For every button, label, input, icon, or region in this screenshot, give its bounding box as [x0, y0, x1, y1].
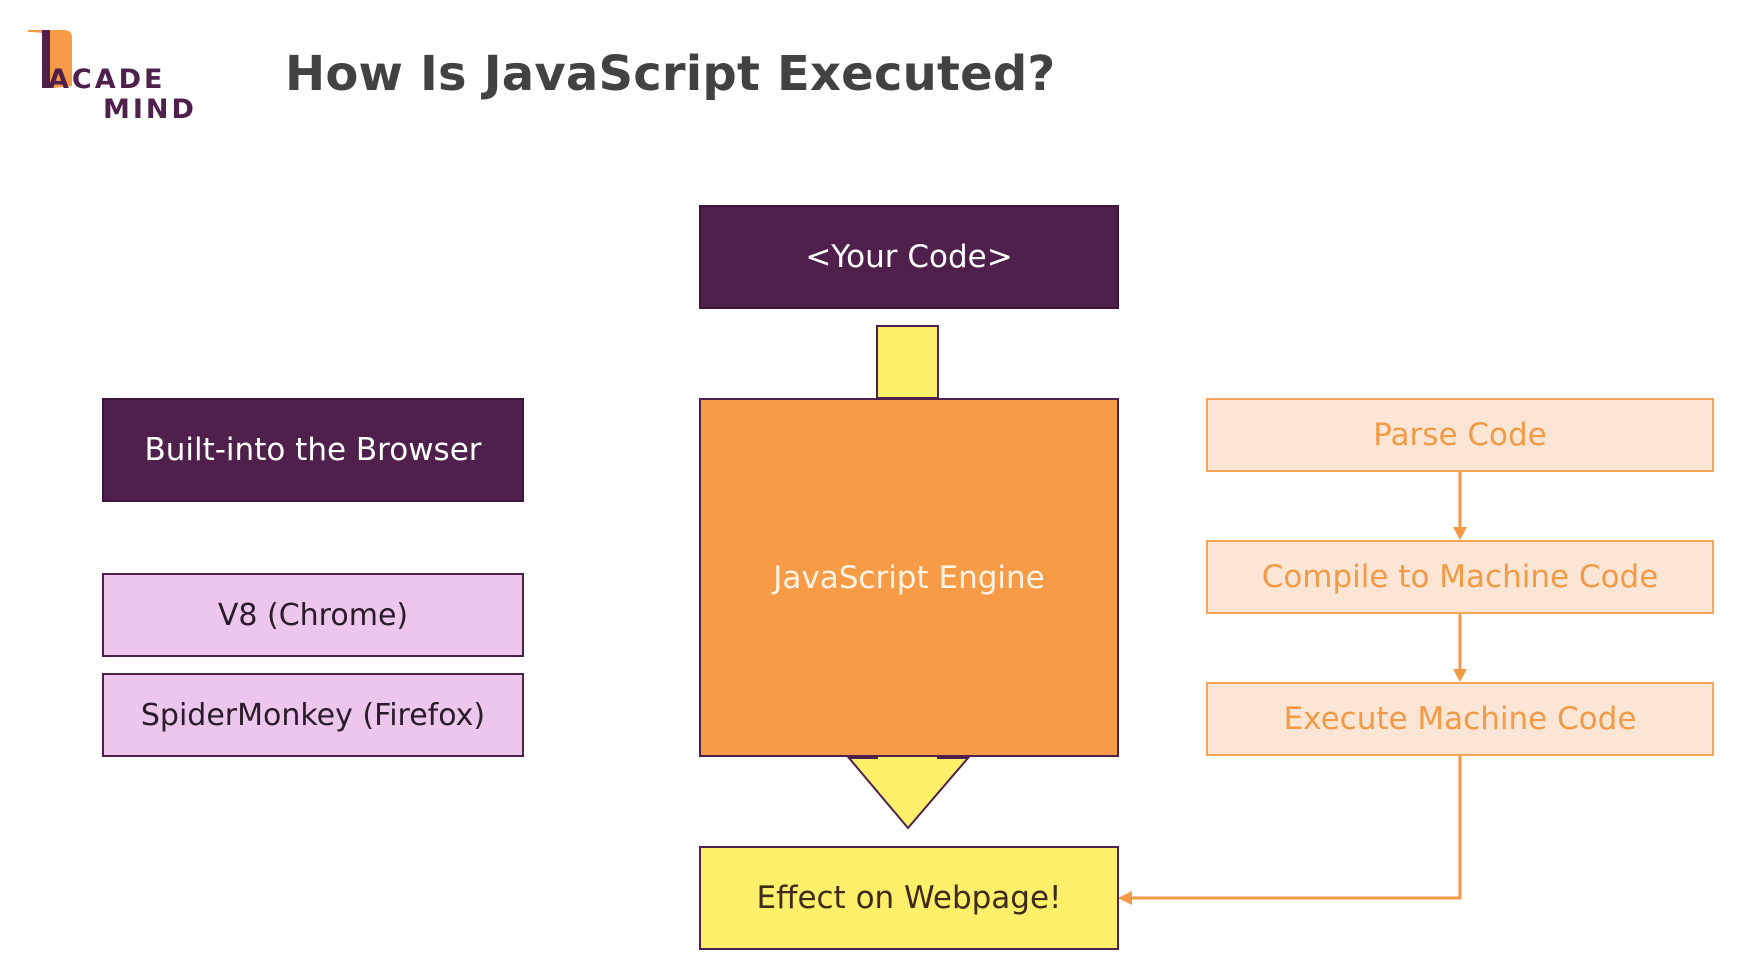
code-to-engine-arrow: [876, 325, 939, 399]
engine-item-spidermonkey: SpiderMonkey (Firefox): [102, 673, 524, 757]
effect-on-webpage-box: Effect on Webpage!: [699, 846, 1119, 950]
engine-item-v8: V8 (Chrome): [102, 573, 524, 657]
step-compile-machine-code: Compile to Machine Code: [1206, 540, 1714, 614]
engine-to-effect-arrow: [846, 751, 971, 830]
arrow-head-down-1: [1453, 527, 1467, 540]
built-into-browser-box: Built-into the Browser: [102, 398, 524, 502]
your-code-box: <Your Code>: [699, 205, 1119, 309]
javascript-engine-box: JavaScript Engine: [699, 398, 1119, 757]
step-parse-code: Parse Code: [1206, 398, 1714, 472]
arrow-head-left: [1118, 891, 1132, 905]
step-execute-machine-code: Execute Machine Code: [1206, 682, 1714, 756]
arrow-head-down-2: [1453, 669, 1467, 682]
